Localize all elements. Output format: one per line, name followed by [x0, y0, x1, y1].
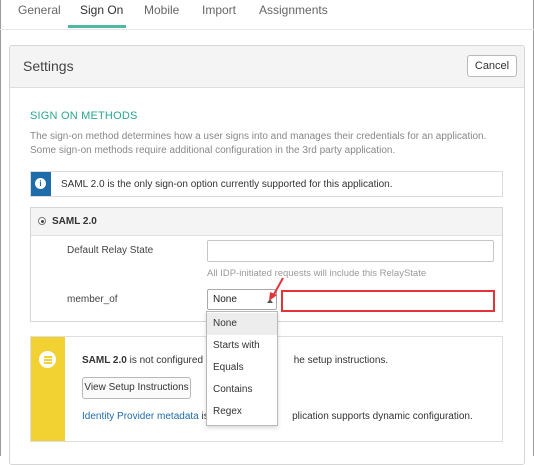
dropdown-option-equals[interactable]: Equals	[207, 357, 277, 379]
frame-left-edge	[0, 0, 1, 456]
tab-import[interactable]: Import	[202, 3, 236, 17]
member-of-filter-dropdown: None Starts with Equals Contains Regex	[206, 311, 278, 426]
saml-option-label: SAML 2.0	[52, 216, 97, 227]
default-relay-state-input[interactable]	[207, 240, 494, 262]
view-setup-instructions-button[interactable]: View Setup Instructions	[82, 377, 191, 399]
dropdown-option-starts-with[interactable]: Starts with	[207, 335, 277, 357]
info-icon-container: i	[31, 172, 51, 196]
sign-on-methods-heading: SIGN ON METHODS	[30, 110, 138, 122]
member-of-label: member_of	[67, 294, 118, 305]
default-relay-state-label: Default Relay State	[67, 245, 154, 256]
tab-mobile[interactable]: Mobile	[144, 3, 179, 17]
identity-provider-metadata-link[interactable]: Identity Provider metadata	[82, 411, 199, 422]
info-banner: i SAML 2.0 is the only sign-on option cu…	[30, 171, 503, 197]
dropdown-option-none[interactable]: None	[207, 313, 277, 335]
dropdown-option-regex[interactable]: Regex	[207, 401, 277, 423]
annotation-arrow-icon	[269, 277, 284, 301]
setup-warning-text-b: he setup instructions.	[293, 355, 389, 366]
tab-bar: General Sign On Mobile Import Assignment…	[0, 0, 534, 30]
tab-assignments[interactable]: Assignments	[259, 3, 328, 17]
list-icon	[39, 351, 56, 368]
sign-on-methods-description: The sign-on method determines how a user…	[30, 131, 487, 156]
saml-radio-button[interactable]	[38, 217, 46, 225]
metadata-text-b: plication supports dynamic configuration…	[292, 411, 473, 422]
info-icon: i	[35, 178, 46, 189]
relay-state-helper-text: All IDP-initiated requests will include …	[207, 268, 427, 279]
settings-title: Settings	[23, 58, 74, 74]
warning-stripe	[31, 337, 65, 441]
member-of-value-input[interactable]	[281, 290, 495, 312]
dropdown-option-contains[interactable]: Contains	[207, 379, 277, 401]
tab-general[interactable]: General	[18, 3, 61, 17]
info-text: SAML 2.0 is the only sign-on option curr…	[61, 179, 393, 190]
cancel-button[interactable]: Cancel	[467, 55, 517, 77]
setup-warning-bold: SAML 2.0	[82, 355, 127, 366]
active-tab-indicator	[68, 25, 126, 28]
tab-sign-on[interactable]: Sign On	[80, 3, 123, 17]
settings-header: Settings Cancel	[10, 46, 524, 88]
member-of-filter-selected-value: None	[213, 294, 237, 305]
saml-option-header[interactable]: SAML 2.0	[31, 208, 502, 236]
